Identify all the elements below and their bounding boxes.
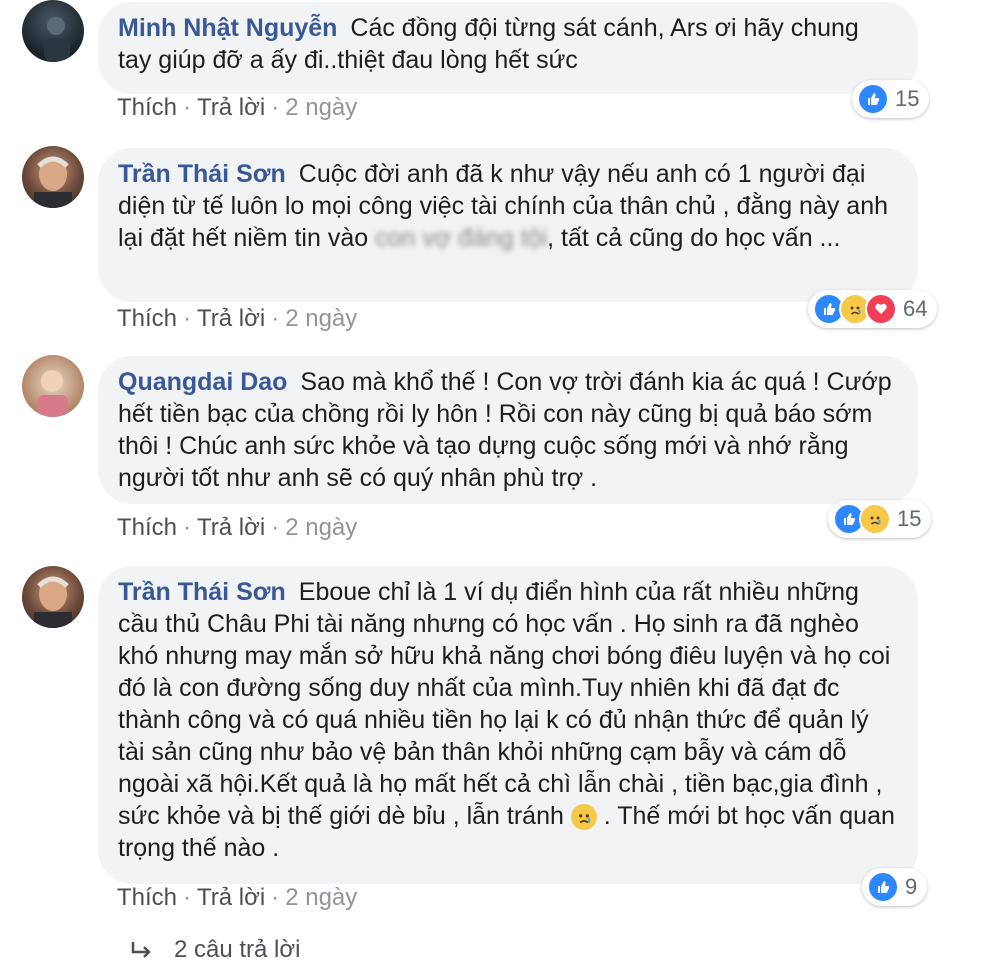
- comment-author[interactable]: Minh Nhật Nguyễn: [118, 14, 337, 42]
- avatar-image: [44, 17, 70, 62]
- reply-link[interactable]: Trả lời: [197, 514, 265, 541]
- comment-text: , tất cả cũng do học vấn ...: [547, 224, 841, 252]
- separator: ·: [183, 514, 192, 541]
- reaction-summary[interactable]: 15: [828, 500, 932, 538]
- comment-author[interactable]: Trần Thái Sơn: [118, 578, 286, 606]
- love-icon: [865, 293, 897, 325]
- reaction-summary[interactable]: 64: [808, 290, 938, 328]
- separator: ·: [271, 305, 280, 332]
- comment-bubble: Quangdai Dao Sao mà khổ thế ! Con vợ trờ…: [98, 356, 918, 504]
- replies-count-label[interactable]: 2 câu trả lời: [174, 936, 300, 964]
- separator: ·: [271, 884, 280, 911]
- reply-link[interactable]: Trả lời: [197, 884, 265, 911]
- separator: ·: [183, 305, 192, 332]
- avatar[interactable]: [22, 0, 84, 62]
- reaction-count: 64: [903, 296, 928, 321]
- like-link[interactable]: Thích: [117, 94, 177, 121]
- reply-arrow-icon: [130, 940, 154, 960]
- avatar[interactable]: [22, 146, 84, 208]
- reaction-summary[interactable]: 15: [852, 80, 930, 118]
- like-icon: [867, 871, 899, 903]
- comment-actions: Thích · Trả lời · 2 ngày: [117, 884, 357, 912]
- like-link[interactable]: Thích: [117, 884, 177, 911]
- like-icon: [857, 83, 889, 115]
- separator: ·: [183, 884, 192, 911]
- avatar-image: [34, 156, 72, 208]
- view-replies-link[interactable]: 2 câu trả lời: [130, 936, 300, 964]
- comment-bubble: Trần Thái Sơn Cuộc đời anh đã k như vậy …: [98, 148, 918, 302]
- reaction-summary[interactable]: 9: [862, 868, 928, 906]
- comment-time[interactable]: 2 ngày: [285, 94, 357, 121]
- reply-link[interactable]: Trả lời: [197, 305, 265, 332]
- crying-emoji-icon: [570, 804, 597, 831]
- comment-actions: Thích · Trả lời · 2 ngày: [117, 514, 357, 542]
- reaction-count: 9: [905, 874, 918, 899]
- avatar[interactable]: [22, 355, 84, 417]
- sad-icon: [859, 503, 891, 535]
- comment-time[interactable]: 2 ngày: [285, 884, 357, 911]
- avatar-image: [38, 370, 68, 417]
- blurred-text: con vợ: [375, 224, 459, 252]
- avatar[interactable]: [22, 566, 84, 628]
- comment-author[interactable]: Quangdai Dao: [118, 368, 287, 396]
- comment-bubble: Trần Thái Sơn Eboue chỉ là 1 ví dụ điển …: [98, 566, 918, 884]
- comment-actions: Thích · Trả lời · 2 ngày: [117, 305, 357, 333]
- separator: ·: [183, 94, 192, 121]
- comment-time[interactable]: 2 ngày: [285, 305, 357, 332]
- separator: ·: [271, 514, 280, 541]
- blurred-text: đáng tội: [458, 224, 548, 252]
- avatar-image: [34, 576, 72, 628]
- comment-actions: Thích · Trả lời · 2 ngày: [117, 94, 357, 122]
- comment-text: Eboue chỉ là 1 ví dụ điển hình của rất n…: [118, 578, 891, 830]
- reaction-count: 15: [895, 86, 920, 111]
- comment-bubble: Minh Nhật Nguyễn Các đồng đội từng sát c…: [98, 2, 918, 94]
- like-link[interactable]: Thích: [117, 514, 177, 541]
- reaction-count: 15: [897, 506, 922, 531]
- reply-link[interactable]: Trả lời: [197, 94, 265, 121]
- like-link[interactable]: Thích: [117, 305, 177, 332]
- comment-time[interactable]: 2 ngày: [285, 514, 357, 541]
- comment-author[interactable]: Trần Thái Sơn: [118, 160, 286, 188]
- separator: ·: [271, 94, 280, 121]
